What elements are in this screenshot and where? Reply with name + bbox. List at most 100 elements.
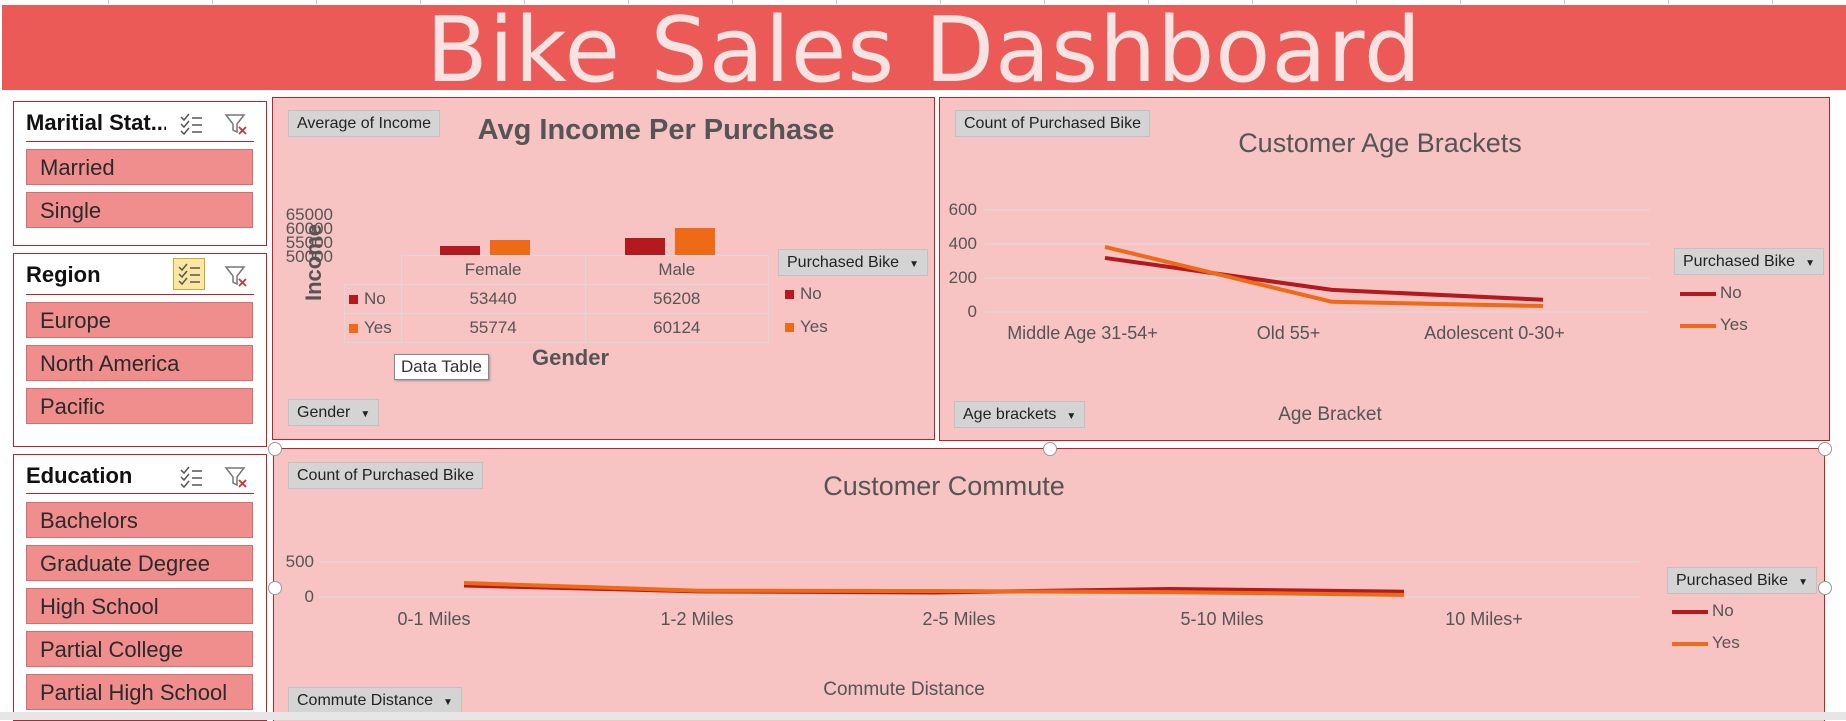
legend-label: No xyxy=(800,284,822,303)
clear-filter-icon[interactable] xyxy=(224,264,248,288)
axis-field-button-commute-distance[interactable]: Commute Distance ▼ xyxy=(288,687,462,714)
slicer-marital-status[interactable]: Maritial Stat... Married Single xyxy=(13,101,267,246)
data-table-cell: 55774 xyxy=(400,313,586,343)
legend-swatch-yes xyxy=(349,324,358,334)
dropdown-arrow-icon: ▼ xyxy=(443,697,453,708)
income-chart-panel[interactable]: Average of Income Avg Income Per Purchas… xyxy=(272,97,935,440)
gridline xyxy=(1668,0,1669,4)
data-table-cell: 53440 xyxy=(400,284,586,314)
slicer-item-graduate-degree[interactable]: Graduate Degree xyxy=(26,545,253,581)
legend-item-yes: Yes xyxy=(785,317,828,337)
bar-male-no xyxy=(625,238,665,255)
commute-chart-panel[interactable]: Count of Purchased Bike Customer Commute… xyxy=(273,448,1825,721)
legend-label: No xyxy=(1720,283,1742,302)
multi-select-icon[interactable] xyxy=(173,258,205,290)
axis-field-label: Age brackets xyxy=(963,406,1057,423)
slicer-separator xyxy=(26,294,254,295)
x-tick-label: Adolescent 0-30+ xyxy=(1424,323,1565,343)
dashboard-banner: Bike Sales Dashboard xyxy=(2,0,1846,103)
chart-title: Avg Income Per Purchase xyxy=(477,114,835,146)
axis-field-label: Commute Distance xyxy=(297,692,434,709)
legend-swatch-no xyxy=(349,295,358,305)
gridline xyxy=(1564,0,1565,4)
gridline xyxy=(1772,0,1773,4)
x-tick-label: 0-1 Miles xyxy=(397,609,471,629)
resize-handle[interactable] xyxy=(1818,581,1832,595)
resize-handle[interactable] xyxy=(1043,442,1057,456)
legend-line-icon xyxy=(1672,641,1708,646)
data-table-corner xyxy=(344,255,402,285)
slicer-item-partial-college[interactable]: Partial College xyxy=(26,631,253,667)
slicer-region[interactable]: Region Europe North America Pacific xyxy=(13,253,267,447)
slicer-title: Region xyxy=(26,262,101,287)
legend-label: Yes xyxy=(800,317,828,336)
series-name: No xyxy=(364,289,386,308)
dropdown-arrow-icon: ▼ xyxy=(909,259,919,270)
x-tick-label: Old 55+ xyxy=(1256,323,1321,343)
legend-item-yes: Yes xyxy=(1680,315,1748,335)
y-tick-label: 50000 xyxy=(285,247,333,266)
legend-field-button[interactable]: Purchased Bike ▼ xyxy=(778,249,928,276)
x-tick-label: 1-2 Miles xyxy=(660,609,734,629)
age-chart-panel[interactable]: Count of Purchased Bike Customer Age Bra… xyxy=(939,97,1830,441)
data-table-cell: 60124 xyxy=(584,313,769,343)
x-axis-label: Commute Distance xyxy=(823,679,985,700)
slicer-separator xyxy=(26,493,254,494)
slicer-item-bachelors[interactable]: Bachelors xyxy=(26,502,253,538)
bar-female-yes xyxy=(490,239,530,255)
bar-male-yes xyxy=(675,228,715,255)
slicer-item-pacific[interactable]: Pacific xyxy=(26,388,253,424)
data-table-category: Male xyxy=(584,255,769,285)
slicer-item-north-america[interactable]: North America xyxy=(26,345,253,381)
multi-select-icon[interactable] xyxy=(179,112,203,136)
legend-swatch-icon xyxy=(785,323,794,333)
data-table-row: Yes 55774 60124 xyxy=(344,313,769,343)
x-axis-label: Age Bracket xyxy=(1278,404,1382,425)
slicer-item-single[interactable]: Single xyxy=(26,192,253,228)
legend-line-icon xyxy=(1672,609,1708,614)
resize-handle[interactable] xyxy=(1818,442,1832,456)
legend-field-label: Purchased Bike xyxy=(787,254,900,271)
slicer-item-partial-high-school[interactable]: Partial High School xyxy=(26,674,253,710)
data-table-series-yes: Yes xyxy=(344,313,402,343)
series-name: Yes xyxy=(364,318,392,337)
x-tick-label: 5-10 Miles xyxy=(1180,609,1264,629)
clear-filter-icon[interactable] xyxy=(224,112,248,136)
legend-field-button[interactable]: Purchased Bike ▼ xyxy=(1667,567,1817,594)
slicer-item-europe[interactable]: Europe xyxy=(26,302,253,338)
legend-line-icon xyxy=(1680,291,1716,296)
dropdown-arrow-icon: ▼ xyxy=(1805,258,1815,269)
data-table-header-row: Female Male xyxy=(344,255,769,285)
dashboard-title: Bike Sales Dashboard xyxy=(425,0,1423,103)
resize-handle[interactable] xyxy=(268,442,282,456)
dropdown-arrow-icon: ▼ xyxy=(1798,577,1808,588)
value-field-button[interactable]: Average of Income xyxy=(288,110,441,137)
slicer-item-high-school[interactable]: High School xyxy=(26,588,253,624)
dropdown-arrow-icon: ▼ xyxy=(360,409,371,420)
legend-item-no: No xyxy=(785,284,822,304)
x-tick-label: 10 Miles+ xyxy=(1445,609,1523,629)
x-tick-label: Middle Age 31-54+ xyxy=(1007,323,1158,343)
axis-field-button-gender[interactable]: Gender ▼ xyxy=(288,399,380,426)
legend-label: No xyxy=(1712,601,1734,620)
multi-select-icon[interactable] xyxy=(179,465,203,489)
gridline xyxy=(316,0,317,4)
resize-handle[interactable] xyxy=(268,581,282,595)
dropdown-arrow-icon: ▼ xyxy=(1066,411,1077,422)
slicer-education[interactable]: Education Bachelors Graduate Degree High… xyxy=(13,454,267,721)
slicer-item-married[interactable]: Married xyxy=(26,149,253,185)
legend-item-yes: Yes xyxy=(1672,633,1740,653)
data-table-category: Female xyxy=(400,255,586,285)
legend-field-button[interactable]: Purchased Bike ▼ xyxy=(1674,248,1824,275)
legend-field-label: Purchased Bike xyxy=(1676,572,1789,589)
axis-field-label: Gender xyxy=(297,404,351,421)
axis-field-button-age-brackets[interactable]: Age brackets ▼ xyxy=(954,401,1086,428)
slicer-title: Maritial Stat... xyxy=(26,110,166,135)
gridline xyxy=(1460,0,1461,4)
data-table-cell: 56208 xyxy=(584,284,769,314)
clear-filter-icon[interactable] xyxy=(224,465,248,489)
data-table-row: No 53440 56208 xyxy=(344,284,769,314)
gridline xyxy=(420,0,421,4)
legend-item-no: No xyxy=(1680,283,1742,303)
horizontal-scrollbar[interactable] xyxy=(0,712,1846,720)
